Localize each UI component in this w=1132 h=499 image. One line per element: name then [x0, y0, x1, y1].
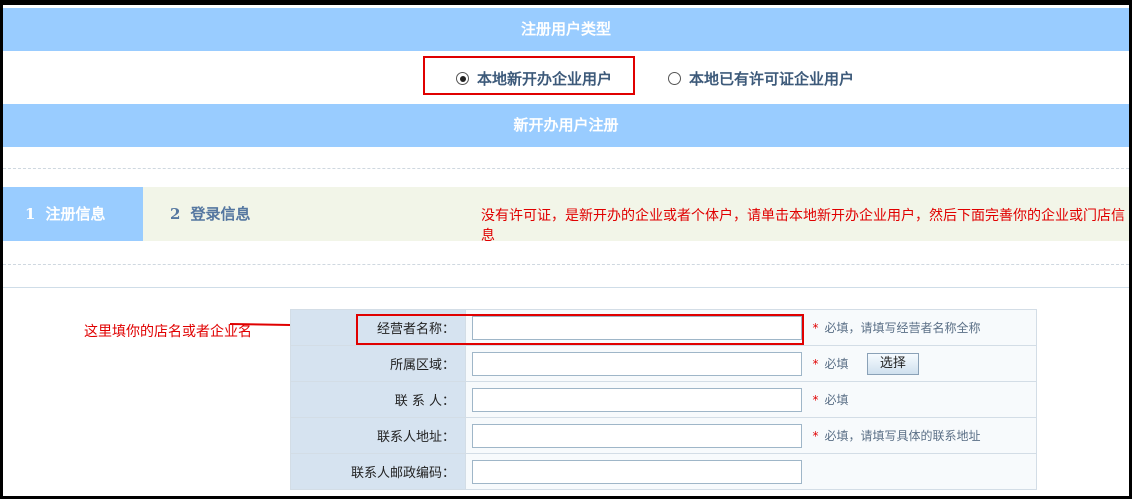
region-input[interactable] [472, 351, 802, 376]
field-label: 所属区域： [290, 345, 466, 382]
window-frame-top [0, 0, 1132, 5]
annotation-left-note: 这里填你的店名或者企业名 [84, 324, 252, 340]
hint-text: 必填 [824, 357, 849, 371]
step-login-info[interactable]: 2 登录信息 [170, 187, 250, 241]
section-header-registration: 新开办用户注册 [3, 104, 1129, 147]
form-row: 联系人邮政编码： [290, 453, 1037, 490]
contact-person-input[interactable] [472, 387, 802, 412]
required-mark: * [812, 393, 819, 407]
field-hint: * 必填，请填写具体的联系地址 [812, 427, 980, 444]
field-hint: * 必填 [812, 391, 848, 408]
annotation-highlight-box [423, 56, 635, 95]
field-label: 联系人邮政编码： [290, 453, 466, 490]
field-hint: * 必填，请填写经营者名称全称 [812, 319, 980, 336]
field-hint: * 必填 [812, 355, 848, 372]
radio-licensed-enterprise[interactable]: 本地已有许可证企业用户 [668, 68, 854, 89]
required-mark: * [812, 429, 819, 443]
step-label: 注册信息 [45, 205, 106, 223]
radio-unchecked-icon[interactable] [668, 72, 681, 85]
step-number: 1 [25, 205, 36, 223]
required-mark: * [812, 357, 819, 371]
field-cell [465, 453, 1037, 490]
annotation-highlight-box [356, 314, 804, 345]
annotation-main-note: 没有许可证，是新开办的企业或者个体户，请单击本地新开办企业用户，然后下面完善你的… [481, 208, 1125, 244]
hint-text: 必填，请填写具体的联系地址 [824, 429, 981, 443]
radio-label: 本地已有许可证企业用户 [689, 70, 855, 88]
field-label: 联 系 人： [290, 381, 466, 418]
form-row: 所属区域： * 必填 选择 [290, 345, 1037, 382]
postal-code-input[interactable] [472, 459, 802, 484]
contact-address-input[interactable] [472, 423, 802, 448]
hint-text: 必填 [824, 393, 849, 407]
select-region-button[interactable]: 选择 [866, 352, 919, 375]
field-cell: * 必填，请填写具体的联系地址 [465, 417, 1037, 454]
section-title: 新开办用户注册 [513, 116, 619, 134]
section-title: 注册用户类型 [520, 20, 611, 38]
required-mark: * [812, 321, 819, 335]
section-header-user-type: 注册用户类型 [3, 8, 1129, 51]
step-number: 2 [170, 205, 181, 223]
divider [3, 168, 1129, 169]
field-label: 联系人地址： [290, 417, 466, 454]
form-row: 联 系 人： * 必填 [290, 381, 1037, 418]
step-label: 登录信息 [190, 205, 251, 223]
form-row: 联系人地址： * 必填，请填写具体的联系地址 [290, 417, 1037, 454]
divider [3, 264, 1129, 265]
hint-text: 必填，请填写经营者名称全称 [824, 321, 981, 335]
step-registration-info[interactable]: 1 注册信息 [3, 187, 143, 241]
field-cell: * 必填 选择 [465, 345, 1037, 382]
field-cell: * 必填 [465, 381, 1037, 418]
divider [3, 287, 1129, 288]
